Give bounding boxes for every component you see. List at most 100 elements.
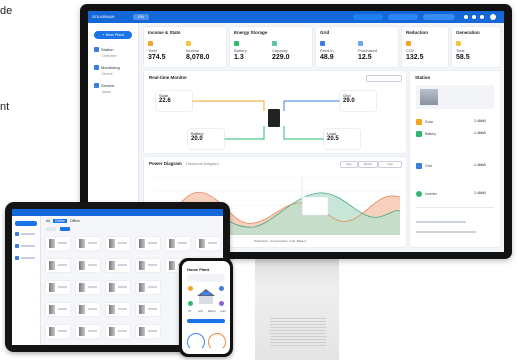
settings-icon[interactable]	[480, 15, 484, 19]
card-title: Energy Storage	[234, 30, 268, 35]
avatar[interactable]	[490, 14, 496, 20]
card-reduction[interactable]: Reduction CO2 132.5	[402, 27, 448, 67]
placeholder-line	[416, 221, 466, 223]
divider	[416, 207, 494, 208]
monitoring-icon	[94, 65, 99, 71]
notification-icon[interactable]	[464, 15, 468, 19]
device-card[interactable]	[46, 259, 70, 272]
card-income[interactable]: Income & Stats Yield 374.5 Income 8,078.0	[144, 27, 226, 67]
metric-co2: CO2 132.5	[406, 41, 424, 61]
metric-cards: Income & Stats Yield 374.5 Income 8,078.0 …	[144, 27, 500, 67]
app-logo: SOLARMAN	[92, 14, 115, 19]
side-text-2: nt	[0, 101, 10, 113]
device-card[interactable]	[76, 281, 100, 294]
device-card[interactable]	[136, 259, 160, 272]
status-pill	[388, 14, 418, 20]
device-card[interactable]	[106, 259, 130, 272]
bolt-icon	[456, 41, 461, 46]
language-chip[interactable]: EN	[133, 14, 149, 20]
device-card[interactable]	[106, 325, 130, 338]
device-card[interactable]	[46, 303, 70, 316]
gauge-right	[208, 333, 226, 351]
station-icon[interactable]	[15, 232, 19, 236]
tab-all[interactable]: All	[46, 219, 50, 223]
battery-node[interactable]: Battery 20.0	[188, 129, 224, 149]
stat-grid[interactable]: Grid 1.46kW	[416, 163, 486, 169]
metric-yield: Yield 374.5	[148, 41, 166, 61]
tab-online[interactable]: Online	[52, 219, 67, 223]
grid-node[interactable]: Grid 29.0	[340, 91, 376, 111]
tablet-sidebar	[12, 216, 41, 345]
grid-icon	[219, 286, 224, 291]
metric-capacity: Capacity 229.0	[272, 41, 290, 61]
grid-icon	[416, 163, 422, 169]
placeholder-line	[416, 231, 476, 233]
filter-chip[interactable]	[46, 227, 56, 231]
filter-chip-active[interactable]	[60, 227, 70, 231]
stand-vents	[270, 318, 326, 348]
device-card[interactable]	[196, 237, 220, 250]
phone-header-card[interactable]	[187, 274, 225, 282]
device-card[interactable]	[136, 303, 160, 316]
device-card[interactable]	[106, 237, 130, 250]
solar-node[interactable]: Solar 22.6	[156, 91, 192, 111]
tablet-new-button[interactable]	[15, 221, 37, 226]
stat-solar[interactable]: Solar 1.46kW	[416, 119, 486, 125]
card-generation[interactable]: Generation Total 58.5	[452, 27, 500, 67]
coin-icon	[186, 41, 191, 46]
sidebar-item-station[interactable]: Station	[94, 47, 113, 53]
phone-screen: Home Plant PV Grid Battery Load	[182, 261, 230, 354]
pv-icon	[188, 286, 193, 291]
device-card[interactable]	[76, 259, 100, 272]
battery-icon	[234, 41, 239, 46]
sidebar-item-service[interactable]: Service	[94, 83, 114, 89]
monitoring-icon[interactable]	[15, 244, 19, 248]
device-card[interactable]	[76, 237, 100, 250]
device-card[interactable]	[106, 303, 130, 316]
phone-title: Home Plant	[187, 267, 210, 272]
service-icon[interactable]	[15, 256, 19, 260]
load-label: Load	[220, 310, 226, 313]
card-energy-storage[interactable]: Energy Storage Battery 1.3 Capacity 229.0	[230, 27, 312, 67]
device-card[interactable]	[136, 237, 160, 250]
device-card[interactable]	[46, 281, 70, 294]
tablet-top-bar	[12, 209, 223, 216]
tab-offline[interactable]: Offline	[70, 219, 80, 223]
tower-icon	[358, 41, 363, 46]
tablet-tabs: All Online Offline	[46, 219, 80, 223]
top-bar: SOLARMAN EN	[88, 11, 504, 23]
phone-action-button[interactable]	[187, 319, 225, 323]
load-node[interactable]: Load 20.5	[324, 129, 360, 149]
sidebar-sub-alarm[interactable]: Alarm	[102, 90, 111, 94]
flow-lines	[192, 100, 344, 140]
capacity-icon	[272, 41, 277, 46]
device-card[interactable]	[76, 303, 100, 316]
sun-icon	[148, 41, 153, 46]
device-card[interactable]	[136, 325, 160, 338]
chart-legend: Production Consumption Grid Battery	[254, 239, 307, 243]
metric-income: Income 8,078.0	[186, 41, 209, 61]
device-card[interactable]	[46, 325, 70, 338]
station-photo	[416, 85, 494, 109]
device-card[interactable]	[46, 237, 70, 250]
device-card[interactable]	[166, 237, 190, 250]
card-grid[interactable]: Grid Feed-in 48.9 Purchased 12.5	[316, 27, 398, 67]
sidebar-sub-overview[interactable]: Overview	[102, 54, 117, 58]
phone: Home Plant PV Grid Battery Load	[179, 258, 233, 357]
new-plant-button[interactable]: + New Plant	[94, 31, 132, 39]
gauge-left	[187, 333, 205, 351]
stat-inverter[interactable]: Inverter 1.46kW	[416, 191, 486, 197]
chart-tooltip	[301, 196, 329, 216]
device-card[interactable]	[106, 281, 130, 294]
sidebar-sub-device[interactable]: Device	[102, 72, 113, 76]
battery-icon	[416, 131, 422, 137]
device-card[interactable]	[136, 281, 160, 294]
sidebar-item-monitoring[interactable]: Monitoring	[94, 65, 120, 71]
station-icon	[94, 47, 99, 53]
service-icon	[94, 83, 99, 89]
panel-title: Station	[415, 75, 431, 80]
help-icon[interactable]	[472, 15, 476, 19]
sun-icon	[416, 119, 422, 125]
device-card[interactable]	[76, 325, 100, 338]
stat-battery[interactable]: Battery 1.46kW	[416, 131, 486, 137]
